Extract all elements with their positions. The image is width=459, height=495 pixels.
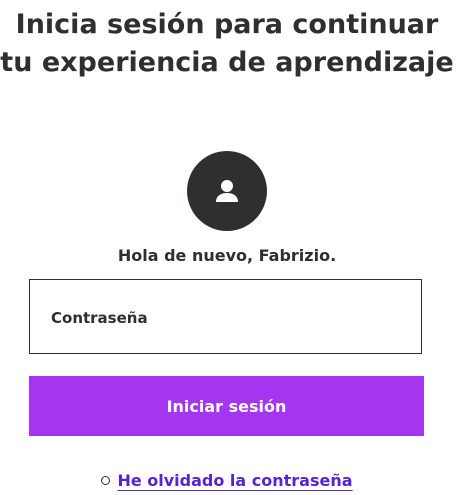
forgot-password-row: He olvidado la contraseña	[0, 470, 454, 492]
password-input[interactable]	[30, 280, 421, 353]
page-title: Inicia sesión para continuar tu experien…	[0, 9, 454, 78]
login-button[interactable]: Iniciar sesión	[29, 376, 424, 436]
avatar	[187, 151, 267, 231]
user-avatar-icon	[216, 180, 238, 202]
greeting-text: Hola de nuevo, Fabrizio.	[117, 246, 337, 265]
password-field[interactable]: Contraseña	[29, 279, 422, 354]
bullet-icon	[101, 476, 111, 485]
forgot-password-link[interactable]: He olvidado la contraseña	[117, 471, 352, 490]
